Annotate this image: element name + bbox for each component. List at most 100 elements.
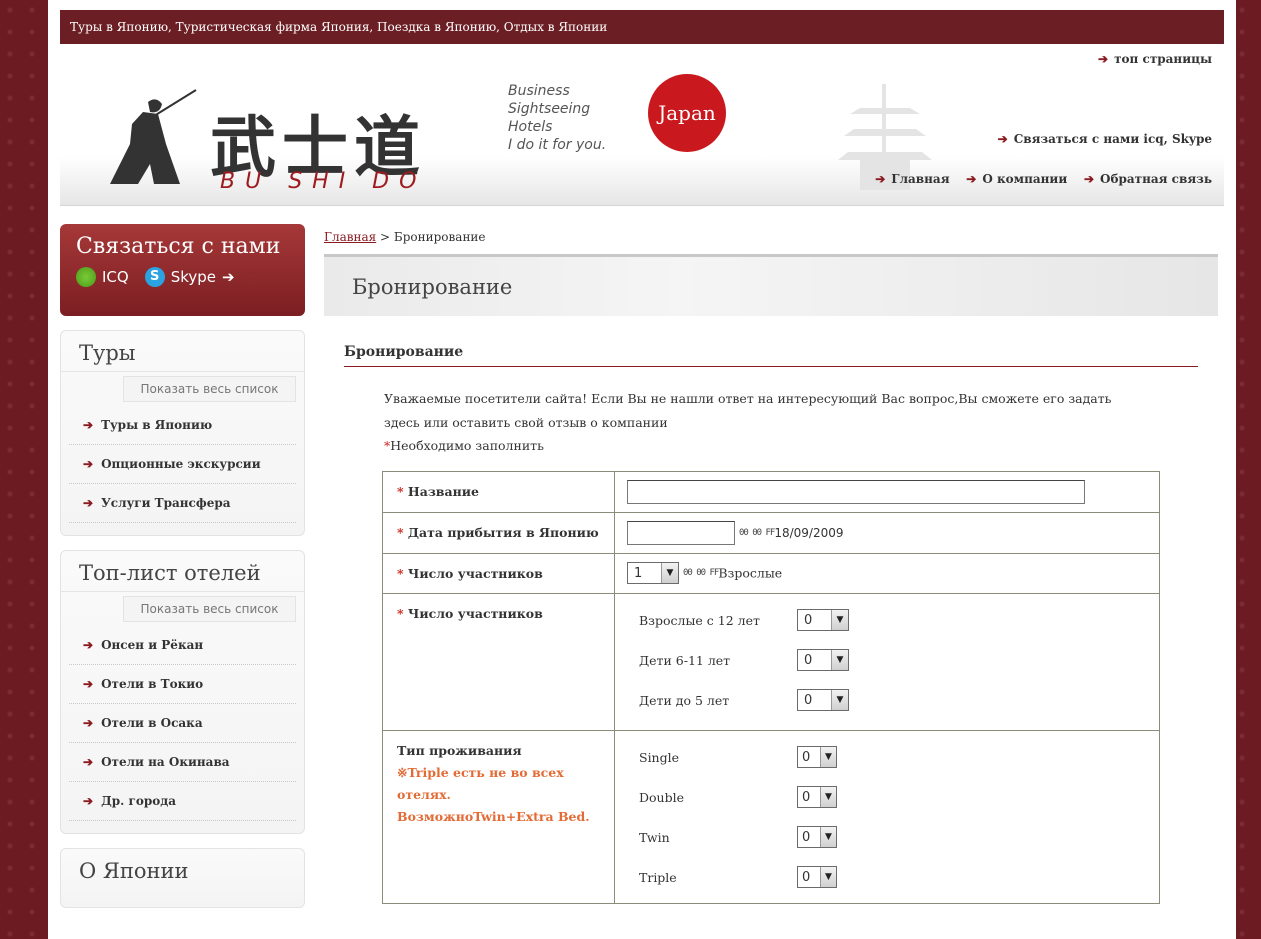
group-label: Взрослые с 12 лет — [639, 612, 760, 628]
sidebar-item-label: Онсен и Рёкан — [101, 638, 204, 652]
page-title: Бронирование — [352, 275, 513, 299]
sidebar-item-other-cities[interactable]: ➔ Др. города — [69, 782, 296, 821]
chevron-down-icon[interactable]: ▼ — [831, 610, 848, 630]
page-container: Туры в Японию, Туристическая фирма Япони… — [48, 0, 1236, 939]
double-select-value: 0 — [802, 789, 811, 805]
group-row-children-6-11: Дети 6-11 лет 0 ▼ — [639, 640, 1135, 680]
site-header: 武士道 BU SHI DO Business Sightseeing Hotel… — [60, 44, 1224, 206]
hotels-panel-title: Топ-лист отелей — [61, 551, 304, 592]
chevron-down-icon[interactable]: ▼ — [831, 690, 848, 710]
participants-select[interactable]: 1 ▼ — [627, 562, 679, 584]
sidebar-item-optional-excursions[interactable]: ➔ Опционные экскурсии — [69, 445, 296, 484]
hotels-panel: Топ-лист отелей Показать весь список ➔ Он… — [60, 550, 305, 834]
japan-badge-text: Japan — [658, 101, 716, 125]
adults-select-value: 0 — [804, 612, 813, 628]
form-field-stay-type: Single 0 ▼ Double 0 ▼ Twin 0 ▼ Triple 0 … — [614, 730, 1160, 904]
intro-text: Уважаемые посетители сайта! Если Вы не н… — [384, 387, 1204, 457]
arrival-date-input[interactable] — [627, 521, 735, 545]
required-note: *Необходимо заполнить — [384, 435, 1204, 457]
arrow-right-icon: ➔ — [83, 496, 94, 510]
chevron-down-icon[interactable]: ▼ — [820, 787, 836, 807]
form-field-participants-breakdown: Взрослые с 12 лет 0 ▼ Дети 6-11 лет 0 ▼ — [614, 593, 1160, 731]
chevron-down-icon[interactable]: ▼ — [820, 747, 836, 767]
garbled-glyphs: 00 00 FF — [682, 568, 719, 578]
arrow-right-icon: ➔ — [1098, 52, 1109, 66]
adults-select[interactable]: 0 ▼ — [797, 609, 849, 631]
nav-about-label: О компании — [982, 172, 1068, 186]
tagline-line-3: Hotels — [508, 119, 553, 135]
arrow-right-icon: ➔ — [83, 716, 94, 730]
arrow-right-icon: ➔ — [1083, 172, 1095, 186]
contact-box[interactable]: Связаться с нами ICQ S Skype ➔ — [60, 224, 305, 316]
contact-header-label: Связаться с нами icq, Skype — [1013, 132, 1212, 146]
arrow-right-icon: ➔ — [875, 172, 886, 186]
sidebar-item-okinawa-hotels[interactable]: ➔ Отели на Окинава — [69, 743, 296, 782]
sidebar-item-label: Услуги Трансфера — [101, 496, 231, 510]
form-field-arrival: 00 00 FF18/09/2009 — [614, 512, 1160, 554]
single-select-value: 0 — [802, 749, 811, 765]
stay-type-note-2: ВозможноTwin+Extra Bed. — [397, 809, 590, 824]
children-under-5-select-value: 0 — [804, 692, 813, 708]
sidebar-item-tours-japan[interactable]: ➔ Туры в Японию — [69, 406, 296, 445]
skype-label: Skype — [170, 268, 217, 286]
double-select[interactable]: 0 ▼ — [797, 786, 837, 808]
chevron-down-icon[interactable]: ▼ — [820, 867, 836, 887]
chevron-down-icon[interactable]: ▼ — [820, 827, 836, 847]
sidebar-item-tokyo-hotels[interactable]: ➔ Отели в Токио — [69, 665, 296, 704]
sidebar-item-label: Туры в Японию — [101, 418, 213, 432]
children-6-11-select[interactable]: 0 ▼ — [797, 649, 849, 671]
chevron-down-icon[interactable]: ▼ — [661, 563, 678, 583]
sidebar-item-onsen[interactable]: ➔ Онсен и Рёкан — [69, 626, 296, 665]
arrow-right-icon: ➔ — [83, 638, 94, 652]
room-row-triple: Triple 0 ▼ — [639, 857, 1135, 897]
nav-about[interactable]: ➔ О компании — [966, 172, 1067, 186]
required-star: * — [397, 606, 404, 621]
form-label-name: * Название — [382, 471, 615, 513]
top-of-page-link[interactable]: ➔ топ страницы — [1098, 52, 1212, 66]
twin-select[interactable]: 0 ▼ — [797, 826, 837, 848]
japan-badge: Japan — [648, 74, 726, 152]
sidebar-item-transfer[interactable]: ➔ Услуги Трансфера — [69, 484, 296, 523]
group-label: Дети 6-11 лет — [639, 652, 731, 668]
site-top-bar-text: Туры в Японию, Туристическая фирма Япони… — [70, 20, 608, 34]
contact-methods: ICQ S Skype ➔ — [76, 267, 289, 287]
tagline-line-4: I do it for you. — [508, 137, 607, 153]
form-row-stay-type: Тип проживания ※Triple есть не во всех о… — [382, 730, 1160, 904]
hotels-show-all-button[interactable]: Показать весь список — [123, 596, 296, 622]
nav-home-label: Главная — [891, 172, 950, 186]
participants-suffix: Взрослые — [718, 565, 783, 581]
name-input[interactable] — [627, 480, 1085, 504]
about-japan-title: О Японии — [79, 859, 189, 883]
group-row-adults: Взрослые с 12 лет 0 ▼ — [639, 600, 1135, 640]
top-of-page-label: топ страницы — [1114, 52, 1212, 66]
name-label-text: Название — [407, 484, 479, 499]
breadcrumb: Главная > Бронирование — [324, 230, 1218, 244]
single-select[interactable]: 0 ▼ — [797, 746, 837, 768]
arrow-right-icon: ➔ — [83, 755, 94, 769]
triple-select[interactable]: 0 ▼ — [797, 866, 837, 888]
required-star: * — [397, 566, 404, 581]
sidebar-item-label: Отели на Окинава — [101, 755, 230, 769]
form-field-name — [614, 471, 1160, 513]
nav-home[interactable]: ➔ Главная — [875, 172, 949, 186]
samurai-logo-icon[interactable] — [88, 84, 198, 194]
group-label: Дети до 5 лет — [639, 692, 730, 708]
form-label-participants: * Число участников — [382, 553, 615, 594]
nav-feedback[interactable]: ➔ Обратная связь — [1084, 172, 1212, 186]
chevron-down-icon[interactable]: ▼ — [831, 650, 848, 670]
sidebar-item-label: Отели в Токио — [101, 677, 204, 691]
sidebar: Связаться с нами ICQ S Skype ➔ Туры Пока… — [60, 224, 305, 908]
section-heading: Бронирование — [344, 344, 1198, 367]
tours-show-all-button[interactable]: Показать весь список — [123, 376, 296, 402]
sidebar-item-label: Отели в Осака — [101, 716, 203, 730]
required-star: * — [397, 525, 404, 540]
children-under-5-select[interactable]: 0 ▼ — [797, 689, 849, 711]
stay-type-label: Тип проживания — [397, 743, 522, 758]
stay-type-note: ※Triple есть не во всех отелях. Возможно… — [397, 762, 600, 828]
breadcrumb-home-link[interactable]: Главная — [324, 230, 376, 244]
room-row-twin: Twin 0 ▼ — [639, 817, 1135, 857]
sidebar-item-osaka-hotels[interactable]: ➔ Отели в Осака — [69, 704, 296, 743]
sidebar-item-label: Опционные экскурсии — [101, 457, 261, 471]
contact-header-link[interactable]: ➔ Связаться с нами icq, Skype — [998, 132, 1212, 146]
form-label-arrival: * Дата прибытия в Японию — [382, 512, 615, 554]
